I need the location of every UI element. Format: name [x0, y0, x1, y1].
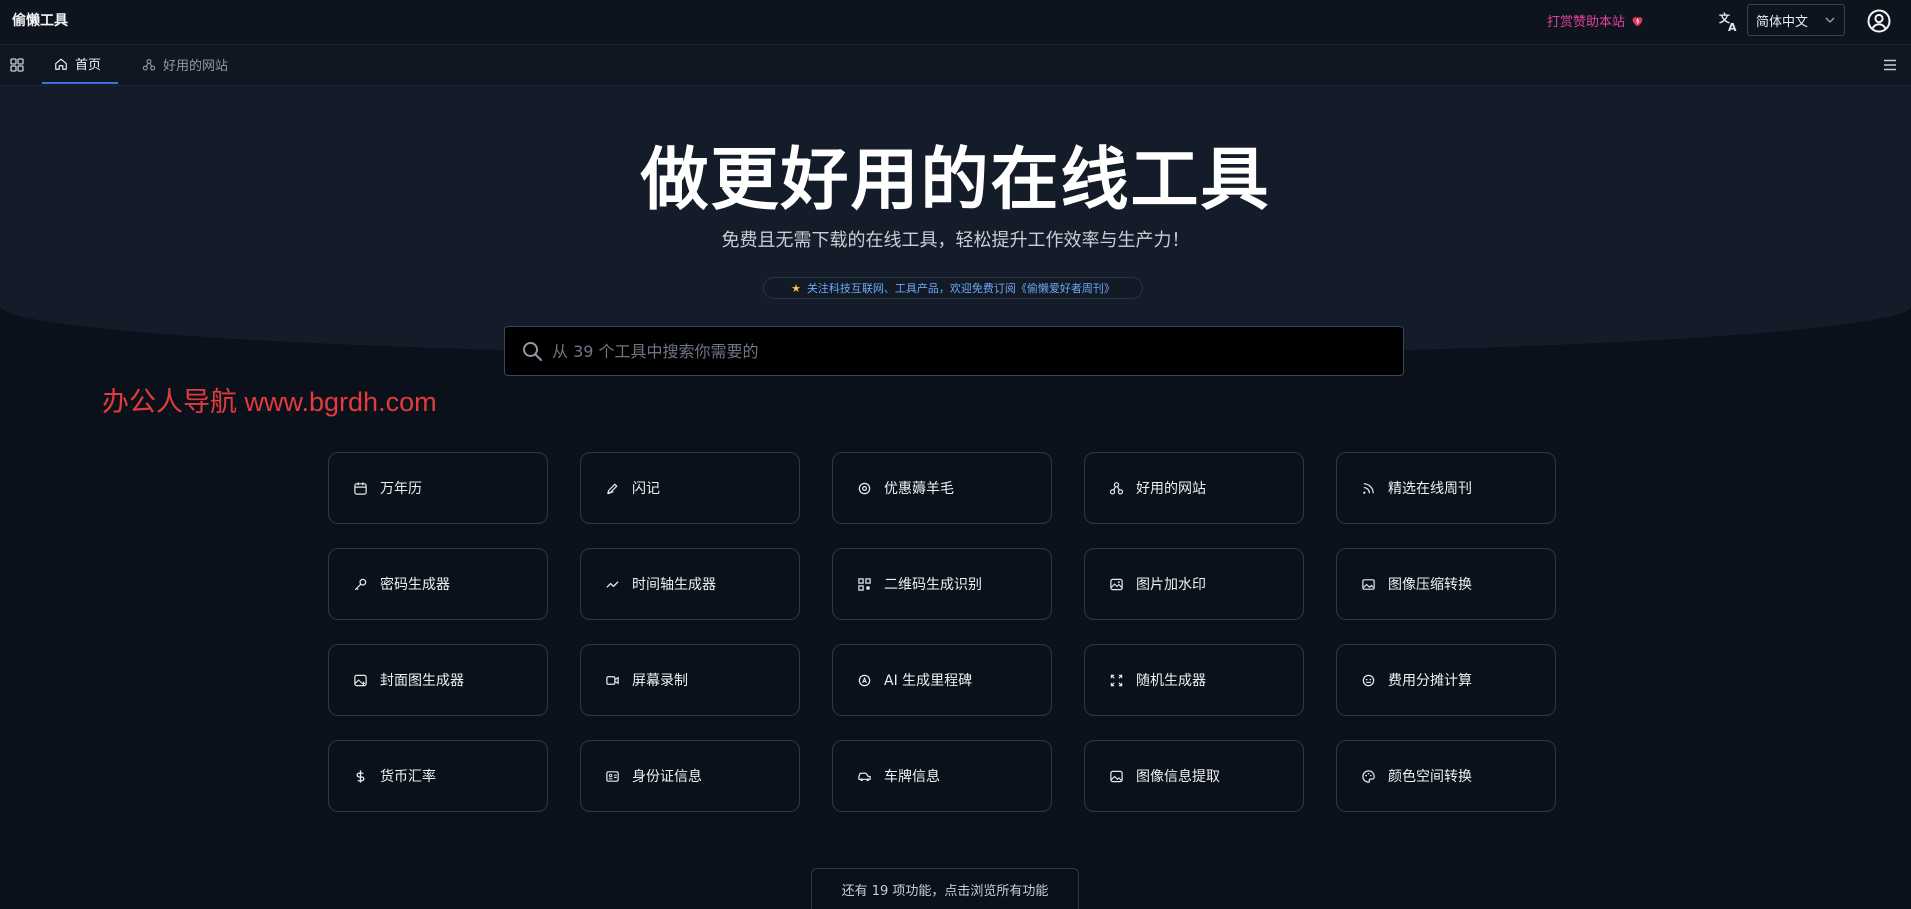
image-watermark-icon — [1110, 578, 1123, 590]
chevron-down-icon — [1825, 17, 1835, 23]
tool-card-qrcode[interactable]: 二维码生成识别 — [832, 548, 1052, 620]
tool-card-label: 精选在线周刊 — [1388, 481, 1472, 497]
sites-icon — [142, 58, 156, 71]
tool-card-random[interactable]: 随机生成器 — [1084, 644, 1304, 716]
rss-icon — [1363, 482, 1374, 494]
tool-card-label: 随机生成器 — [1136, 673, 1206, 689]
tool-card-ai-milestone[interactable]: AI 生成里程碑 — [832, 644, 1052, 716]
tool-card-password[interactable]: 密码生成器 — [328, 548, 548, 620]
home-icon — [55, 58, 67, 70]
id-card-icon — [606, 770, 619, 782]
top-bar: 偷懒工具 打赏赞助本站 文 A 简体中文 — [0, 0, 1911, 45]
tool-card-useful-sites[interactable]: 好用的网站 — [1084, 452, 1304, 524]
hero-subtitle: 免费且无需下载的在线工具，轻松提升工作效率与生产力！ — [721, 230, 1190, 251]
tool-card-id-card[interactable]: 身份证信息 — [580, 740, 800, 812]
tool-card-timeline[interactable]: 时间轴生成器 — [580, 548, 800, 620]
tool-card-color-space[interactable]: 颜色空间转换 — [1336, 740, 1556, 812]
tab-useful-sites-label: 好用的网站 — [163, 59, 229, 74]
tool-card-label: 时间轴生成器 — [632, 577, 716, 593]
svg-text:A: A — [1728, 21, 1737, 33]
tool-card-split-cost[interactable]: 费用分摊计算 — [1336, 644, 1556, 716]
tool-card-label: AI 生成里程碑 — [884, 673, 973, 689]
tool-card-label: 图片加水印 — [1136, 577, 1206, 593]
image-compress-icon — [1362, 578, 1375, 590]
tool-card-coupons[interactable]: 优惠薅羊毛 — [832, 452, 1052, 524]
ai-icon — [858, 674, 871, 686]
star-icon: ★ — [791, 281, 801, 295]
tool-card-label: 万年历 — [380, 481, 422, 497]
dollar-icon — [356, 769, 365, 783]
language-select[interactable]: 简体中文 — [1747, 4, 1845, 36]
tool-card-label: 封面图生成器 — [380, 673, 464, 689]
tool-card-label: 好用的网站 — [1136, 481, 1206, 497]
tool-card-label: 颜色空间转换 — [1388, 769, 1472, 785]
menu-icon[interactable] — [1882, 57, 1898, 73]
tool-card-label: 二维码生成识别 — [884, 577, 982, 593]
tool-card-label: 图像信息提取 — [1136, 769, 1220, 785]
tool-card-cover-image[interactable]: 封面图生成器 — [328, 644, 548, 716]
tool-card-license-plate[interactable]: 车牌信息 — [832, 740, 1052, 812]
car-icon — [858, 772, 871, 781]
calendar-icon — [354, 481, 367, 495]
watermark-text: 办公人导航 www.bgrdh.com — [102, 387, 437, 417]
tool-card-label: 图像压缩转换 — [1388, 577, 1472, 593]
shuffle-icon — [1110, 674, 1123, 686]
user-avatar-icon[interactable] — [1866, 8, 1892, 34]
tab-useful-sites[interactable]: 好用的网站 — [130, 45, 240, 84]
cover-image-icon — [354, 674, 367, 686]
image-info-icon — [1110, 770, 1123, 782]
tab-home-label: 首页 — [75, 58, 102, 73]
donate-label: 打赏赞助本站 — [1547, 15, 1626, 30]
tab-home[interactable]: 首页 — [42, 45, 118, 84]
tool-card-label: 费用分摊计算 — [1388, 673, 1472, 689]
tool-card-label: 闪记 — [632, 481, 660, 497]
coupon-icon — [858, 482, 871, 494]
tool-card-image-info[interactable]: 图像信息提取 — [1084, 740, 1304, 812]
qrcode-icon — [858, 577, 871, 591]
translate-icon[interactable]: 文 A — [1717, 9, 1741, 33]
tool-card-quick-note[interactable]: 闪记 — [580, 452, 800, 524]
tool-card-currency[interactable]: 货币汇率 — [328, 740, 548, 812]
sites-icon — [1109, 481, 1124, 494]
donate-link[interactable]: 打赏赞助本站 — [1547, 11, 1644, 30]
search-input[interactable] — [544, 327, 1403, 375]
tool-card-calendar[interactable]: 万年历 — [328, 452, 548, 524]
hero-title: 做更好用的在线工具 — [640, 141, 1271, 220]
tool-card-label: 车牌信息 — [884, 769, 940, 785]
tool-card-label: 身份证信息 — [632, 769, 702, 785]
tool-card-screen-record[interactable]: 屏幕录制 — [580, 644, 800, 716]
tool-card-image-compress[interactable]: 图像压缩转换 — [1336, 548, 1556, 620]
newsletter-promo-link[interactable]: ★ 关注科技互联网、工具产品，欢迎免费订阅《偷懒爱好者周刊》 — [763, 277, 1143, 299]
note-icon — [607, 483, 618, 494]
split-cost-icon — [1362, 674, 1375, 686]
tool-card-label: 优惠薅羊毛 — [884, 481, 954, 497]
video-icon — [606, 675, 619, 685]
timeline-icon — [606, 580, 619, 588]
key-icon — [354, 578, 367, 590]
browse-all-button[interactable]: 还有 19 项功能，点击浏览所有功能 — [811, 868, 1079, 909]
heart-icon — [1632, 16, 1643, 26]
tool-card-watermark[interactable]: 图片加水印 — [1084, 548, 1304, 620]
newsletter-promo-text: 关注科技互联网、工具产品，欢迎免费订阅《偷懒爱好者周刊》 — [806, 282, 1115, 295]
apps-grid-icon[interactable] — [9, 57, 25, 73]
tool-card-label: 密码生成器 — [380, 577, 450, 593]
tool-card-label: 货币汇率 — [380, 769, 436, 785]
nav-bar: 首页 好用的网站 — [0, 45, 1911, 86]
language-value: 简体中文 — [1756, 14, 1809, 30]
brand-logo[interactable]: 偷懒工具 — [12, 10, 68, 30]
search-box[interactable] — [504, 326, 1404, 376]
tool-card-weekly[interactable]: 精选在线周刊 — [1336, 452, 1556, 524]
search-icon — [523, 342, 542, 361]
palette-icon — [1362, 769, 1375, 783]
tool-card-label: 屏幕录制 — [632, 673, 688, 689]
